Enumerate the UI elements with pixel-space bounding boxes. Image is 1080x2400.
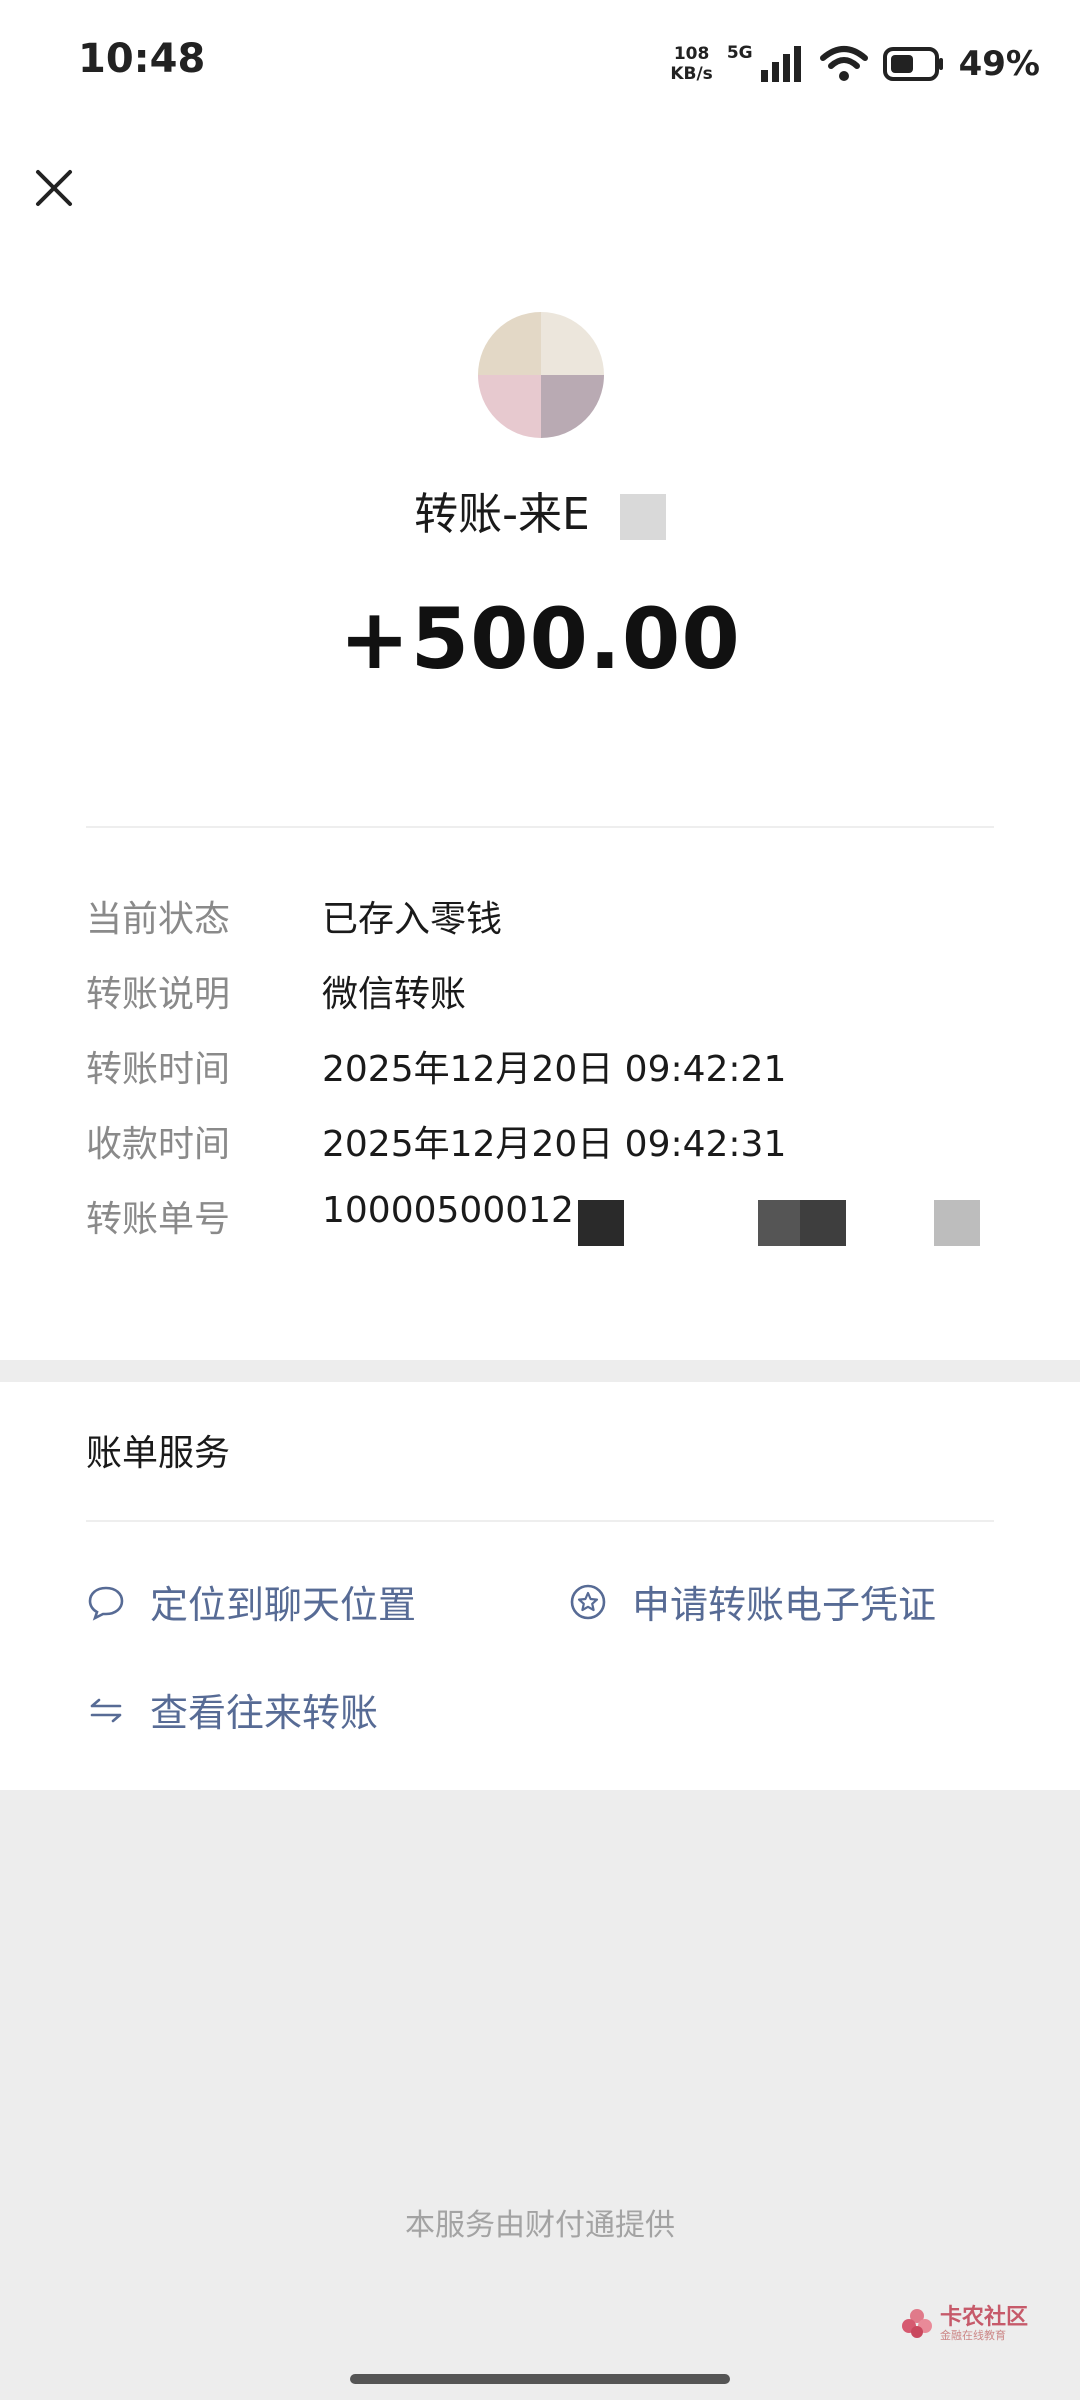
view-transfers-link[interactable]: 查看往来转账: [86, 1682, 378, 1737]
redacted-block: [758, 1200, 804, 1246]
wifi-icon: [819, 46, 868, 81]
network-speed: 108 KB/s: [670, 44, 712, 84]
close-icon[interactable]: [26, 160, 82, 216]
view-transfers-label: 查看往来转账: [150, 1691, 379, 1735]
home-indicator[interactable]: [350, 2374, 730, 2384]
bill-service-title: 账单服务: [86, 1433, 231, 1474]
transfer-amount: +500.00: [339, 590, 741, 688]
redacted-block: [800, 1200, 846, 1246]
detail-value: 已存入零钱: [322, 899, 503, 940]
detail-label: 当前状态: [86, 899, 231, 940]
locate-chat-link[interactable]: 定位到聊天位置: [86, 1574, 416, 1629]
star-badge-icon: [570, 1584, 606, 1619]
redacted-block: [934, 1200, 980, 1246]
apply-e-voucher-label: 申请转账电子凭证: [632, 1583, 937, 1627]
divider: [86, 826, 994, 828]
detail-value[interactable]: 10000500012: [322, 1190, 574, 1231]
transfer-title: 转账-来E: [0, 478, 1080, 542]
watermark-main: 卡农社区: [940, 2305, 1029, 2330]
detail-label: 转账时间: [86, 1049, 231, 1090]
detail-row-description: 转账说明 微信转账: [86, 965, 994, 1040]
signal-icon: [760, 46, 801, 82]
clock: 10:48: [78, 36, 206, 82]
locate-chat-label: 定位到聊天位置: [150, 1583, 417, 1627]
watermark: 卡农社区 金融在线教育: [900, 2305, 1029, 2343]
service-provider-note: 本服务由财付通提供: [405, 2208, 675, 2243]
detail-value: 2025年12月20日 09:42:31: [322, 1124, 787, 1165]
detail-row-transfer-time: 转账时间 2025年12月20日 09:42:21: [86, 1040, 994, 1115]
network-type: 5G: [726, 43, 753, 63]
transfer-title-text: 转账-来E: [414, 489, 590, 540]
detail-row-receive-time: 收款时间 2025年12月20日 09:42:31: [86, 1115, 994, 1190]
redacted-block: [578, 1200, 624, 1246]
detail-label: 收款时间: [86, 1124, 231, 1165]
detail-label: 转账说明: [86, 974, 231, 1015]
network-speed-value: 108: [673, 44, 710, 64]
status-icons: 108 KB/s 5G 49%: [670, 36, 1040, 92]
redacted-name-block: [619, 494, 666, 540]
detail-value: 微信转账: [322, 974, 467, 1015]
detail-label: 转账单号: [86, 1199, 231, 1240]
battery-percent: 49%: [958, 44, 1040, 84]
status-bar: 10:48 108 KB/s 5G 49%: [0, 0, 1080, 130]
watermark-sub: 金融在线教育: [940, 2329, 1006, 2343]
detail-value: 2025年12月20日 09:42:21: [322, 1049, 787, 1090]
detail-list: 当前状态 已存入零钱 转账说明 微信转账 转账时间 2025年12月20日 09…: [86, 890, 994, 1265]
divider: [86, 1520, 994, 1522]
avatar: [478, 312, 604, 438]
network-speed-unit: KB/s: [670, 64, 713, 84]
detail-row-status: 当前状态 已存入零钱: [86, 890, 994, 965]
flower-logo-icon: [902, 2309, 932, 2339]
detail-row-order-number: 转账单号 10000500012: [86, 1190, 994, 1265]
swap-arrows-icon: [90, 1698, 122, 1722]
apply-e-voucher-link[interactable]: 申请转账电子凭证: [568, 1574, 936, 1629]
chat-bubble-icon: [88, 1586, 124, 1621]
battery-icon: [882, 47, 943, 81]
